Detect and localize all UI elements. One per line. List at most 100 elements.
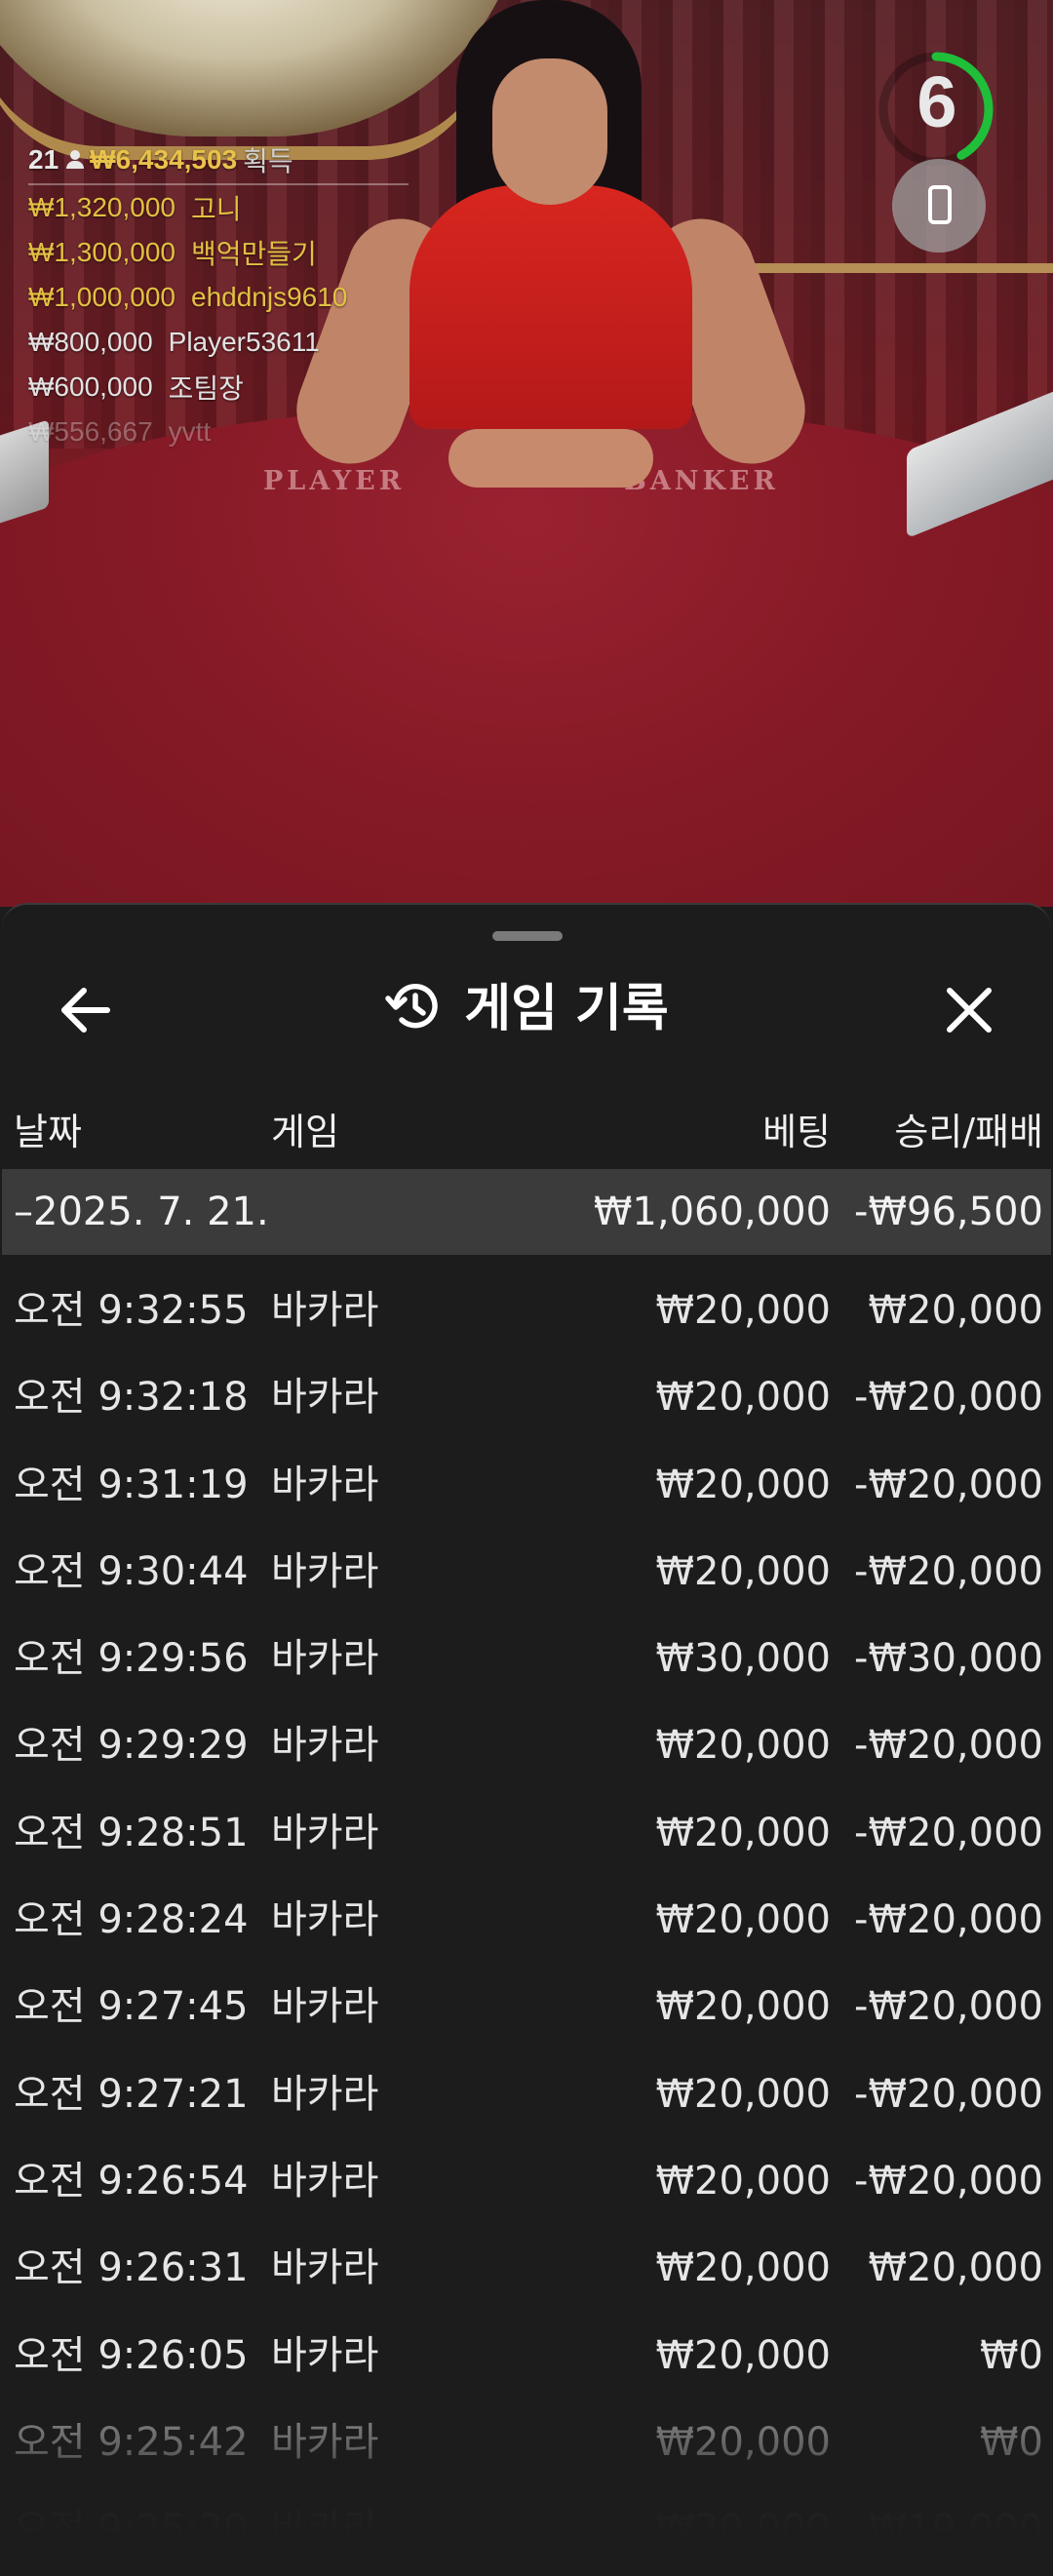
row-bet: ₩20,000 bbox=[655, 2071, 831, 2117]
leaderboard-amount: ₩1,000,000 bbox=[28, 282, 176, 312]
leaderboard-entry: ₩1,000,000 ehddnjs9610 bbox=[28, 275, 409, 320]
table-header: 날짜 게임 베팅 승리/패배 bbox=[2, 1102, 1051, 1153]
row-time: 오전 9:29:29 bbox=[14, 1723, 249, 1769]
row-bet: ₩20,000 bbox=[655, 1810, 831, 1855]
row-result: -₩20,000 bbox=[854, 1462, 1043, 1507]
row-game: 바카라 bbox=[271, 2071, 379, 2117]
row-bet: ₩20,000 bbox=[655, 1723, 831, 1769]
history-row[interactable]: 오전 9:29:56 바카라 ₩30,000 -₩30,000 bbox=[2, 1623, 1051, 1710]
drag-handle[interactable] bbox=[492, 931, 563, 941]
leaderboard-entry: ₩800,000 Player53611 bbox=[28, 320, 409, 365]
leaderboard-entry: ₩600,000 조팀장 bbox=[28, 365, 409, 410]
row-game: 바카라 bbox=[271, 1288, 379, 1333]
row-result: -₩20,000 bbox=[854, 1810, 1043, 1855]
leaderboard-player-name: 조팀장 bbox=[168, 373, 244, 404]
dealer-face bbox=[492, 59, 607, 205]
history-row[interactable]: 오전 9:30:44 바카라 ₩20,000 -₩20,000 bbox=[2, 1537, 1051, 1623]
row-time: 오전 9:26:31 bbox=[14, 2245, 249, 2291]
row-time: 오전 9:26:05 bbox=[14, 2332, 249, 2378]
leaderboard-player-name: ehddnjs9610 bbox=[191, 282, 348, 312]
row-time: 오전 9:32:55 bbox=[14, 1288, 249, 1333]
leaderboard-amount: ₩1,300,000 bbox=[28, 237, 176, 267]
row-game: 바카라 bbox=[271, 1548, 379, 1594]
history-row[interactable]: 오전 9:26:31 바카라 ₩20,000 ₩20,000 bbox=[2, 2233, 1051, 2320]
history-row[interactable]: 오전 9:31:19 바카라 ₩20,000 -₩20,000 bbox=[2, 1450, 1051, 1537]
row-game: 바카라 bbox=[271, 1723, 379, 1769]
column-bet: 베팅 bbox=[762, 1111, 831, 1153]
leaderboard-amount: ₩1,320,000 bbox=[28, 192, 176, 222]
panel-title: 게임 기록 bbox=[2, 975, 1051, 1043]
row-time: 오전 9:30:44 bbox=[14, 1548, 249, 1594]
row-game: 바카라 bbox=[271, 2245, 379, 2291]
phone-icon bbox=[928, 185, 952, 224]
row-game: 바카라 bbox=[271, 2332, 379, 2378]
row-bet: ₩20,000 bbox=[655, 1548, 831, 1594]
close-icon[interactable] bbox=[940, 981, 998, 1039]
row-game: 바카라 bbox=[271, 1984, 379, 2030]
row-result: -₩20,000 bbox=[854, 1548, 1043, 1594]
row-time: 오전 9:28:24 bbox=[14, 1897, 249, 1943]
row-game: 바카라 bbox=[271, 1375, 379, 1421]
leaderboard-player-name: Player53611 bbox=[168, 327, 320, 357]
row-result: -₩20,000 bbox=[854, 2071, 1043, 2117]
row-result: ₩20,000 bbox=[868, 2245, 1043, 2291]
history-list: 오전 9:32:55 바카라 ₩20,000 ₩20,000 오전 9:32:18 바카라… bbox=[2, 1275, 1051, 2576]
total-winnings-label: 획득 bbox=[243, 146, 293, 176]
row-bet: ₩20,000 bbox=[655, 2158, 831, 2204]
row-time: 오전 9:28:51 bbox=[14, 1810, 249, 1855]
mobile-view-button[interactable] bbox=[892, 159, 986, 253]
row-game: 바카라 bbox=[271, 1462, 379, 1507]
scroll-fade bbox=[2, 2406, 1051, 2576]
date-group-result-total: -₩96,500 bbox=[854, 1190, 1043, 1234]
row-time: 오전 9:29:56 bbox=[14, 1636, 249, 1682]
history-row[interactable]: 오전 9:28:51 바카라 ₩20,000 -₩20,000 bbox=[2, 1798, 1051, 1885]
history-row[interactable]: 오전 9:29:29 바카라 ₩20,000 -₩20,000 bbox=[2, 1710, 1051, 1797]
row-time: 오전 9:27:45 bbox=[14, 1984, 249, 2030]
total-winnings: ₩6,434,503 bbox=[90, 144, 238, 175]
row-result: ₩20,000 bbox=[868, 1288, 1043, 1333]
leaderboard-player-name: 백억만들기 bbox=[191, 239, 317, 269]
column-result: 승리/패배 bbox=[894, 1111, 1043, 1153]
user-icon bbox=[66, 150, 85, 170]
history-row[interactable]: 오전 9:32:18 바카라 ₩20,000 -₩20,000 bbox=[2, 1362, 1051, 1449]
dealer-dress bbox=[410, 185, 692, 429]
leaderboard-player-name: 고니 bbox=[191, 194, 242, 224]
date-group-row[interactable]: –2025. 7. 21. ₩1,060,000 -₩96,500 bbox=[2, 1169, 1051, 1255]
row-result: -₩20,000 bbox=[854, 1723, 1043, 1769]
row-game: 바카라 bbox=[271, 1810, 379, 1855]
history-row[interactable]: 오전 9:28:24 바카라 ₩20,000 -₩20,000 bbox=[2, 1885, 1051, 1971]
leaderboard-amount: ₩800,000 bbox=[28, 327, 153, 357]
game-history-panel: 게임 기록 날짜 게임 베팅 승리/패배 –2025. 7. 21. ₩1,06… bbox=[2, 903, 1051, 2576]
history-row[interactable]: 오전 9:27:45 바카라 ₩20,000 -₩20,000 bbox=[2, 1971, 1051, 2058]
row-game: 바카라 bbox=[271, 2158, 379, 2204]
leaderboard-entry: ₩556,667 yvtt bbox=[28, 410, 409, 454]
history-row[interactable]: 오전 9:32:55 바카라 ₩20,000 ₩20,000 bbox=[2, 1275, 1051, 1362]
row-time: 오전 9:26:54 bbox=[14, 2158, 249, 2204]
table-label-player: PLAYER bbox=[263, 466, 406, 496]
history-row[interactable]: 오전 9:27:21 바카라 ₩20,000 -₩20,000 bbox=[2, 2059, 1051, 2146]
row-bet: ₩20,000 bbox=[655, 2332, 831, 2378]
history-row[interactable]: 오전 9:26:54 바카라 ₩20,000 -₩20,000 bbox=[2, 2146, 1051, 2233]
leaderboard-entry: ₩1,320,000 고니 bbox=[28, 185, 409, 230]
leaderboard-header: 21 ₩6,434,503 획득 bbox=[28, 137, 409, 185]
row-time: 오전 9:31:19 bbox=[14, 1462, 249, 1507]
date-group-bet-total: ₩1,060,000 bbox=[593, 1190, 831, 1234]
row-result: -₩20,000 bbox=[854, 1375, 1043, 1421]
leaderboard-amount: ₩600,000 bbox=[28, 371, 153, 402]
row-bet: ₩20,000 bbox=[655, 1984, 831, 2030]
row-bet: ₩20,000 bbox=[655, 1375, 831, 1421]
column-date: 날짜 bbox=[14, 1111, 82, 1153]
history-icon bbox=[385, 984, 438, 1029]
history-row[interactable]: 오전 9:26:05 바카라 ₩20,000 ₩0 bbox=[2, 2321, 1051, 2407]
leaderboard-player-name: yvtt bbox=[168, 416, 212, 447]
row-bet: ₩30,000 bbox=[655, 1636, 831, 1682]
row-game: 바카라 bbox=[271, 1897, 379, 1943]
row-time: 오전 9:27:21 bbox=[14, 2071, 249, 2117]
row-game: 바카라 bbox=[271, 1636, 379, 1682]
row-result: -₩20,000 bbox=[854, 1897, 1043, 1943]
row-bet: ₩20,000 bbox=[655, 1897, 831, 1943]
row-result: ₩0 bbox=[980, 2332, 1043, 2378]
row-bet: ₩20,000 bbox=[655, 2245, 831, 2291]
countdown-value: 6 bbox=[916, 61, 957, 142]
column-game: 게임 bbox=[271, 1111, 339, 1153]
